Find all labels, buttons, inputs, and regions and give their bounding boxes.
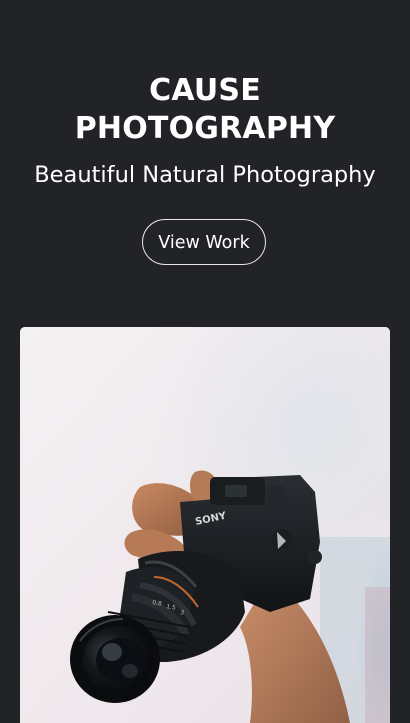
title-line-1: CAUSE xyxy=(149,73,261,108)
view-work-button[interactable]: View Work xyxy=(142,219,266,265)
page-title: CAUSE PHOTOGRAPHY xyxy=(0,72,410,148)
page-subtitle: Beautiful Natural Photography xyxy=(34,162,376,188)
featured-photo: SONY 0.8 1.5 3 xyxy=(20,327,390,723)
camera-photo-image: SONY 0.8 1.5 3 xyxy=(20,327,390,723)
title-line-2: PHOTOGRAPHY xyxy=(74,111,336,146)
